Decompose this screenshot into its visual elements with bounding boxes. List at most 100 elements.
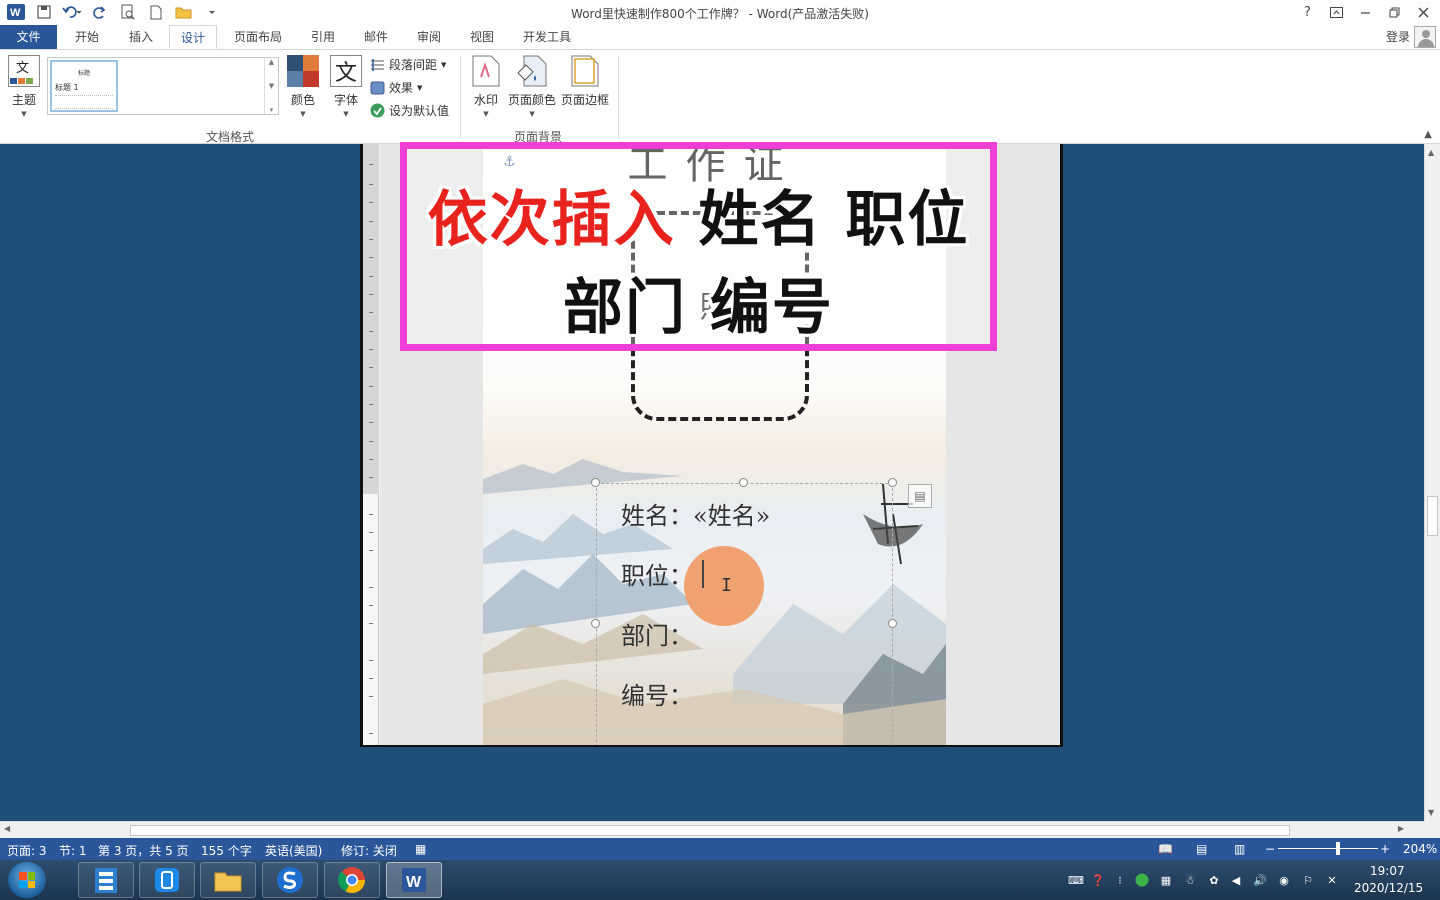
vertical-scroll-thumb[interactable]: [1427, 496, 1438, 536]
wechat-icon[interactable]: [1134, 873, 1150, 887]
gallery-scroll[interactable]: ▲ ▼ ▾: [264, 58, 278, 114]
zoom-in-icon[interactable]: +: [1380, 842, 1390, 856]
vertical-scrollbar[interactable]: ▲ ▼: [1424, 144, 1440, 821]
set-as-default-button[interactable]: 设为默认值: [370, 102, 449, 119]
page-color-button[interactable]: 页面颜色 ▼: [508, 54, 556, 118]
tab-review[interactable]: 审阅: [406, 25, 452, 49]
gallery-more-icon[interactable]: ▾: [270, 106, 274, 114]
clock-time[interactable]: 19:07: [1370, 864, 1405, 878]
paragraph-spacing-button[interactable]: 段落间距 ▼: [370, 56, 446, 73]
volume-icon[interactable]: 🔊: [1252, 873, 1268, 887]
ribbon-tabs: 文件 开始 插入 设计 页面布局 引用 邮件 审阅 视图 开发工具 登录: [0, 25, 1440, 49]
read-mode-icon[interactable]: 📖: [1158, 842, 1173, 856]
help-button[interactable]: ?: [1295, 2, 1320, 22]
resize-handle[interactable]: [739, 478, 748, 487]
tab-references[interactable]: 引用: [300, 25, 346, 49]
fonts-button[interactable]: 文 字体 ▼: [330, 54, 362, 118]
page-borders-icon: [569, 54, 601, 88]
tab-design[interactable]: 设计: [169, 25, 218, 49]
macro-record-icon[interactable]: ▦: [415, 842, 426, 856]
taskbar-app-explorer[interactable]: [78, 862, 134, 898]
clock-date[interactable]: 2020/12/15: [1354, 881, 1423, 895]
chevron-down-icon[interactable]: ▼: [269, 82, 274, 90]
resize-handle[interactable]: [888, 478, 897, 487]
taskbar-app-word[interactable]: W: [386, 862, 442, 898]
caption-overlay: 依次插入 姓名 职位 部门 编号: [400, 142, 997, 351]
status-word-count[interactable]: 155 个字: [201, 842, 252, 859]
tab-home[interactable]: 开始: [64, 25, 110, 49]
help-tray-icon[interactable]: ❓: [1090, 873, 1106, 887]
sign-in-link[interactable]: 登录: [1386, 28, 1410, 45]
tab-page-layout[interactable]: 页面布局: [223, 25, 293, 49]
page-borders-button[interactable]: 页面边框: [561, 54, 609, 108]
chevron-up-icon[interactable]: ▲: [269, 58, 274, 66]
taskbar-app-phone[interactable]: [139, 862, 195, 898]
tab-view[interactable]: 视图: [459, 25, 505, 49]
zoom-level[interactable]: 204%: [1403, 842, 1437, 856]
caption-line-2: 部门 编号: [563, 273, 834, 343]
close-button[interactable]: [1411, 2, 1436, 22]
scroll-down-icon[interactable]: ▼: [1428, 808, 1434, 817]
caption-line-1: 依次插入 姓名 职位: [407, 171, 990, 258]
avatar[interactable]: [1414, 26, 1436, 48]
style-set-gallery[interactable]: 标题 标题 1 ▲ ▼ ▾: [47, 57, 279, 115]
start-button[interactable]: [8, 862, 46, 898]
network-disconnected-icon[interactable]: ✕: [1324, 873, 1340, 887]
sogou-browser-icon: [277, 867, 303, 893]
field-position[interactable]: 职位：: [621, 556, 693, 591]
flower-app-icon[interactable]: ✿: [1206, 873, 1222, 887]
tab-insert[interactable]: 插入: [118, 25, 164, 49]
status-page[interactable]: 页面: 3: [7, 842, 47, 859]
tab-file[interactable]: 文件: [0, 25, 57, 49]
restore-button[interactable]: [1382, 2, 1407, 22]
collapse-ribbon-icon[interactable]: ▲: [1424, 129, 1432, 140]
web-layout-icon[interactable]: ▥: [1234, 842, 1245, 856]
resize-handle[interactable]: [888, 619, 897, 628]
effects-button[interactable]: 效果 ▼: [370, 79, 422, 96]
taskbar: W ⌨ ❓ ⁝ ▦ ☃ ✿ ◀ 🔊 ◉ ⚐ ✕ 19:07 2020/12/15: [0, 860, 1440, 900]
tab-developer[interactable]: 开发工具: [512, 25, 582, 49]
zoom-slider-thumb[interactable]: [1336, 842, 1340, 855]
keyboard-icon[interactable]: ⌨: [1068, 873, 1084, 887]
status-section[interactable]: 节: 1: [59, 842, 87, 859]
file-manager-icon: [95, 868, 117, 893]
minimize-button[interactable]: [1353, 2, 1378, 22]
svg-text:文: 文: [335, 61, 357, 86]
watermark-button[interactable]: 水印 ▼: [470, 54, 502, 118]
taskbar-app-chrome[interactable]: [324, 862, 380, 898]
layout-options-icon[interactable]: ▤: [908, 484, 932, 508]
grid-app-icon[interactable]: ▦: [1158, 873, 1174, 887]
field-name[interactable]: 姓名：«姓名»: [621, 496, 770, 531]
status-language[interactable]: 英语(美国): [265, 842, 322, 859]
taskbar-app-sogou[interactable]: [262, 862, 318, 898]
qq-icon[interactable]: ☃: [1182, 873, 1198, 887]
status-track-changes[interactable]: 修订: 关闭: [341, 842, 397, 859]
window-title: Word里快速制作800个工作牌？ - Word(产品激活失败): [571, 7, 869, 21]
print-layout-icon[interactable]: ▤: [1196, 842, 1207, 856]
themes-button[interactable]: 文 主题 ▼: [8, 54, 40, 118]
action-center-icon[interactable]: ⚐: [1300, 873, 1316, 887]
zoom-out-icon[interactable]: −: [1265, 842, 1275, 856]
horizontal-scroll-thumb[interactable]: [130, 825, 1290, 836]
resize-handle[interactable]: [591, 478, 600, 487]
colors-button[interactable]: 颜色 ▼: [287, 54, 319, 118]
scroll-right-icon[interactable]: ▶: [1398, 824, 1404, 833]
style-set-thumbnail[interactable]: 标题 标题 1: [50, 60, 118, 112]
resize-handle[interactable]: [591, 619, 600, 628]
status-page-of[interactable]: 第 3 页，共 5 页: [98, 842, 189, 859]
taskbar-app-folder[interactable]: [200, 862, 256, 898]
horizontal-scrollbar[interactable]: ◀ ▶: [0, 821, 1424, 838]
scroll-up-icon[interactable]: ▲: [1428, 148, 1434, 157]
scroll-left-icon[interactable]: ◀: [4, 824, 10, 833]
svg-text:文: 文: [16, 61, 29, 76]
field-department[interactable]: 部门：: [621, 616, 693, 651]
themes-icon: 文: [8, 54, 40, 88]
tab-mailings[interactable]: 邮件: [353, 25, 399, 49]
ribbon-display-options-button[interactable]: [1324, 2, 1349, 22]
field-number[interactable]: 编号：: [621, 676, 693, 711]
flag-app-icon[interactable]: ◀: [1228, 873, 1244, 887]
network-icon[interactable]: ◉: [1276, 873, 1292, 887]
notification-icon[interactable]: ⁝: [1112, 873, 1128, 887]
effects-label: 效果: [389, 81, 414, 95]
zoom-slider[interactable]: [1278, 848, 1378, 849]
